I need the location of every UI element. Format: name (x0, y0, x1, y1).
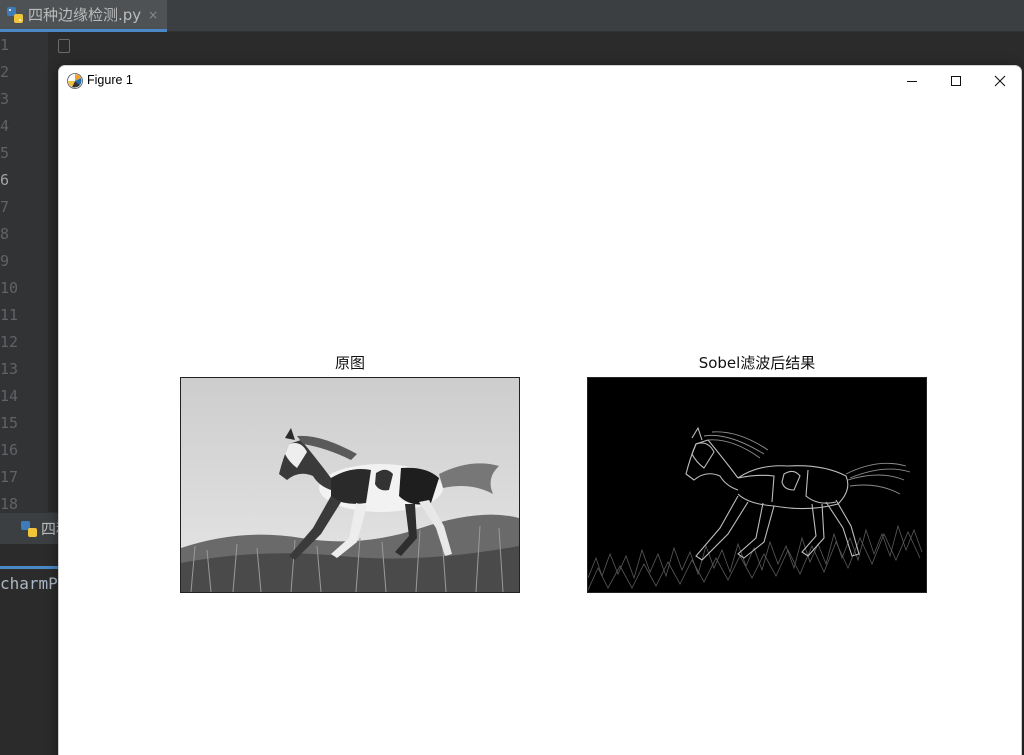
run-tab-underline (0, 566, 60, 569)
matplotlib-logo-icon (67, 73, 83, 89)
line-number: 14 (0, 387, 19, 405)
figure-title: Figure 1 (87, 73, 133, 87)
line-number: 13 (0, 360, 19, 378)
minimize-icon (907, 81, 917, 82)
line-number: 15 (0, 414, 19, 432)
figure-titlebar[interactable]: Figure 1 (59, 66, 1021, 96)
line-number: 10 (0, 279, 19, 297)
close-button[interactable] (978, 66, 1021, 96)
editor-tab-bar: 四种边缘检测.py × (0, 0, 1024, 32)
line-number: 1 (0, 36, 10, 54)
code-fold-icon[interactable] (58, 39, 70, 53)
editor-tab-filename: 四种边缘检测.py (28, 6, 142, 24)
line-number: 2 (0, 63, 10, 81)
code-line-import[interactable]: import cv2 as cv (74, 33, 258, 83)
python-run-icon (21, 520, 37, 537)
line-number: 7 (0, 198, 10, 216)
original-horse-image (181, 378, 519, 592)
editor-tab-file[interactable]: 四种边缘检测.py × (0, 0, 167, 32)
line-number: 5 (0, 144, 10, 162)
figure-window[interactable]: Figure 1 原图 Sobel滤波后结果 (58, 65, 1022, 755)
close-icon (994, 75, 1006, 87)
axes-title-sobel: Sobel滤波后结果 (698, 354, 816, 372)
image-axes-original[interactable] (180, 377, 520, 593)
python-file-icon (7, 6, 23, 23)
minimize-button[interactable] (890, 66, 934, 96)
tab-close-icon[interactable]: × (148, 8, 158, 22)
line-number: 12 (0, 333, 19, 351)
line-number: 9 (0, 252, 10, 270)
console-output: charmP (0, 574, 58, 593)
line-number: 17 (0, 468, 19, 486)
axes-title-original: 原图 (334, 354, 365, 372)
line-number: 11 (0, 306, 19, 324)
run-tool-window-tab[interactable]: 四种边缘检测 (0, 512, 60, 544)
line-number-gutter: 1 2 3 4 5 6 7 8 9 10 11 12 13 14 15 16 1… (0, 32, 48, 522)
image-axes-sobel[interactable] (587, 377, 927, 593)
line-number: 3 (0, 90, 10, 108)
run-tab-label: 四种边缘检测 (41, 520, 59, 538)
maximize-icon (951, 76, 961, 86)
line-number: 4 (0, 117, 10, 135)
line-number: 8 (0, 225, 10, 243)
line-number: 16 (0, 441, 19, 459)
maximize-button[interactable] (934, 66, 978, 96)
sobel-edge-image (588, 378, 926, 592)
line-number-current: 6 (0, 171, 10, 189)
